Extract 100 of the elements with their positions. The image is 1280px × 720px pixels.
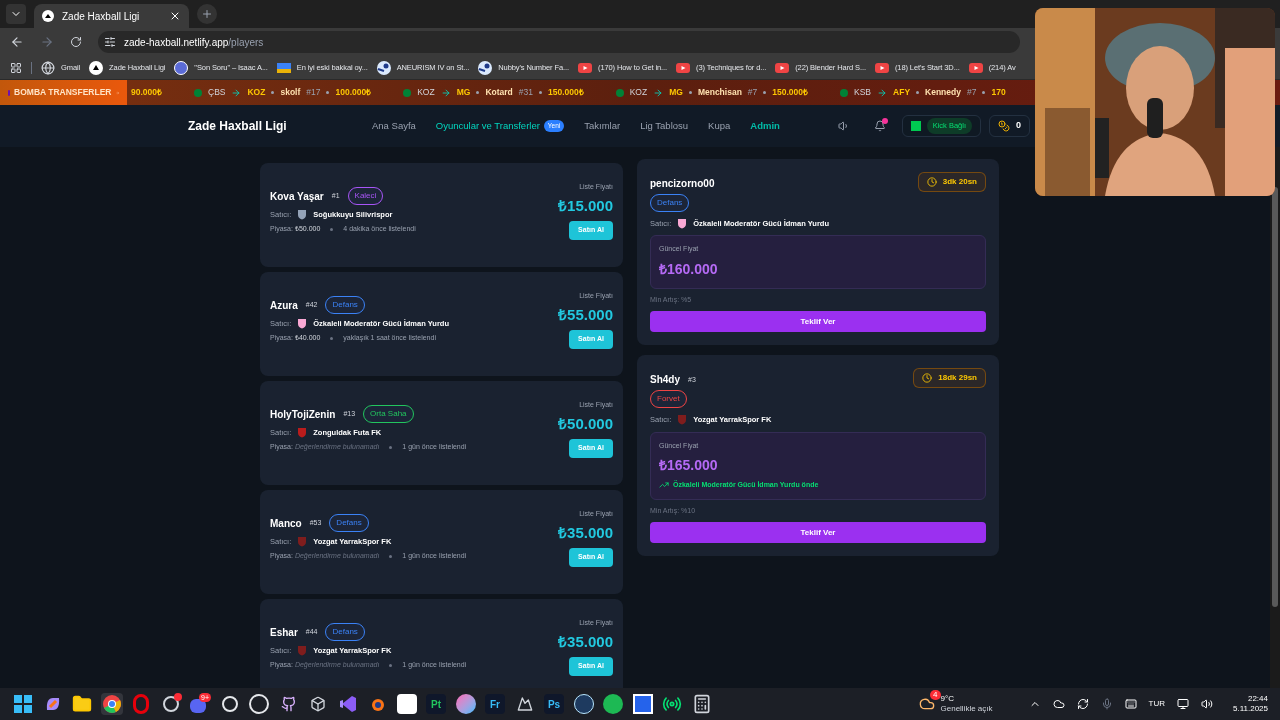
transfer-price: 90.000₺ xyxy=(131,86,162,99)
team-crest-icon xyxy=(615,88,624,97)
close-icon[interactable] xyxy=(169,10,181,22)
app-logo-icon[interactable]: Ps xyxy=(543,693,565,715)
chrome-logo-icon[interactable] xyxy=(100,693,123,715)
play-logo-icon xyxy=(775,62,790,73)
spotify-logo-icon[interactable] xyxy=(602,693,624,715)
nav-link[interactable]: Takımlar xyxy=(584,118,621,134)
nav-link[interactable]: Admin xyxy=(750,118,780,134)
player-name: pencizorno00 xyxy=(650,177,715,191)
team-code: MG xyxy=(669,86,683,99)
scrollbar-thumb[interactable] xyxy=(1272,187,1278,607)
k-logo-icon xyxy=(910,121,921,131)
language-indicator[interactable]: TUR xyxy=(1148,698,1165,710)
team-crest-icon xyxy=(677,414,688,426)
clock-icon xyxy=(922,373,933,384)
tab-list-button[interactable] xyxy=(6,4,26,24)
weather-icon[interactable] xyxy=(918,696,935,712)
position-tag: Defans xyxy=(325,296,365,315)
trend-up-icon xyxy=(659,480,669,491)
position-tag: Kaleci xyxy=(347,187,384,206)
reload-icon[interactable] xyxy=(70,36,82,48)
team-crest-icon xyxy=(194,88,202,97)
steam-logo-icon[interactable] xyxy=(572,693,595,715)
circle-logo-icon[interactable] xyxy=(248,693,270,715)
coin-balance[interactable]: 0 xyxy=(989,115,1030,137)
arrow-icon xyxy=(653,87,664,98)
position-tag: Orta Saha xyxy=(363,405,414,424)
url-text: zade-haxball.netlify.app/players xyxy=(124,35,264,50)
site-brand[interactable]: Zade Haxball Ligi xyxy=(188,117,372,135)
team-code: ÇBS xyxy=(208,86,226,99)
windows-logo-icon[interactable] xyxy=(12,693,34,715)
steam-logo-icon xyxy=(478,60,493,75)
app-logo-icon[interactable]: Pt xyxy=(425,693,447,715)
player-number: #31 xyxy=(518,86,533,99)
player-number: #7 xyxy=(966,86,977,99)
list-price: ₺50.000 xyxy=(558,413,613,434)
play-logo-icon xyxy=(578,62,592,73)
circle-logo-icon xyxy=(174,60,189,75)
monitor-icon[interactable] xyxy=(1177,698,1189,710)
address-field[interactable]: zade-haxball.netlify.app/players xyxy=(98,31,1020,53)
nav-link[interactable]: Lig Tablosu xyxy=(640,118,689,134)
team-code: KOZ xyxy=(247,86,266,99)
team-crest-icon xyxy=(297,318,308,330)
player-name: Menchisan xyxy=(697,86,742,99)
app-logo-icon[interactable]: Fr xyxy=(484,693,506,715)
nav-link[interactable]: Ana Sayfa xyxy=(372,118,416,134)
coin-count: 0 xyxy=(1016,119,1021,133)
new-tab-button[interactable] xyxy=(197,4,217,24)
sync-icon[interactable] xyxy=(1076,698,1089,710)
speaker-icon[interactable] xyxy=(837,120,850,132)
player-name: Kennedy xyxy=(925,86,961,99)
player-number: #7 xyxy=(747,86,758,99)
bid-button[interactable]: Teklif Ver xyxy=(650,311,986,333)
nav-link[interactable]: Kupa xyxy=(708,118,731,134)
team-crest-icon xyxy=(403,88,412,97)
browser-tab[interactable]: Zade Haxball Ligi xyxy=(34,4,189,28)
player-name: Manco xyxy=(270,516,302,531)
bid-button[interactable]: Teklif Ver xyxy=(650,522,986,543)
apps-icon[interactable] xyxy=(10,61,22,74)
volume-icon[interactable] xyxy=(1201,698,1213,710)
player-name: Kotard xyxy=(485,86,513,99)
team-code: KOZ xyxy=(417,86,435,99)
folder-icon[interactable] xyxy=(71,693,93,715)
orb-icon[interactable] xyxy=(454,693,477,715)
back-icon[interactable] xyxy=(10,35,24,49)
team-crest-icon xyxy=(297,536,308,548)
ring-logo-icon[interactable] xyxy=(130,693,152,715)
ticker-label: BOMBA TRANSFERLER xyxy=(0,80,127,105)
team-crest-icon xyxy=(840,88,849,97)
microphone-icon[interactable] xyxy=(1100,698,1113,710)
bracket-logo-icon[interactable] xyxy=(631,693,654,715)
coins-icon xyxy=(998,120,1010,132)
nav-link[interactable]: Oyuncular ve Transferler xyxy=(435,118,540,134)
position-tag: Forvet xyxy=(650,390,687,409)
keyboard-icon[interactable] xyxy=(1124,698,1137,710)
list-price: ₺15.000 xyxy=(558,195,613,216)
arrow-icon xyxy=(440,87,451,98)
countdown-timer: 3dk 20sn xyxy=(917,172,986,192)
current-price: ₺165.000 xyxy=(659,456,719,475)
steam-logo-icon xyxy=(376,60,391,75)
player-number: #17 xyxy=(306,86,321,99)
play-logo-icon xyxy=(676,62,691,73)
list-price: ₺55.000 xyxy=(558,304,613,325)
team-crest-icon xyxy=(297,645,308,657)
site-settings-icon xyxy=(104,36,116,48)
weather-text: Genellikle açık xyxy=(940,704,993,714)
cloud-icon[interactable] xyxy=(1052,698,1065,710)
arrow-icon xyxy=(231,87,242,98)
globe-icon xyxy=(41,60,55,75)
transfer-price: 150.000₺ xyxy=(772,86,809,99)
team-code: MG xyxy=(456,86,471,99)
bell-icon[interactable] xyxy=(873,120,886,132)
tab-title: Zade Haxball Ligi xyxy=(62,9,141,24)
clock-time[interactable]: 22:44 xyxy=(1247,694,1268,704)
clock-date[interactable]: 5.11.2025 xyxy=(1233,704,1268,714)
team-crest-icon xyxy=(297,209,308,221)
position-tag: Defans xyxy=(329,514,369,533)
transfer-price: 150.000₺ xyxy=(547,86,584,99)
play-logo-icon xyxy=(968,62,983,73)
